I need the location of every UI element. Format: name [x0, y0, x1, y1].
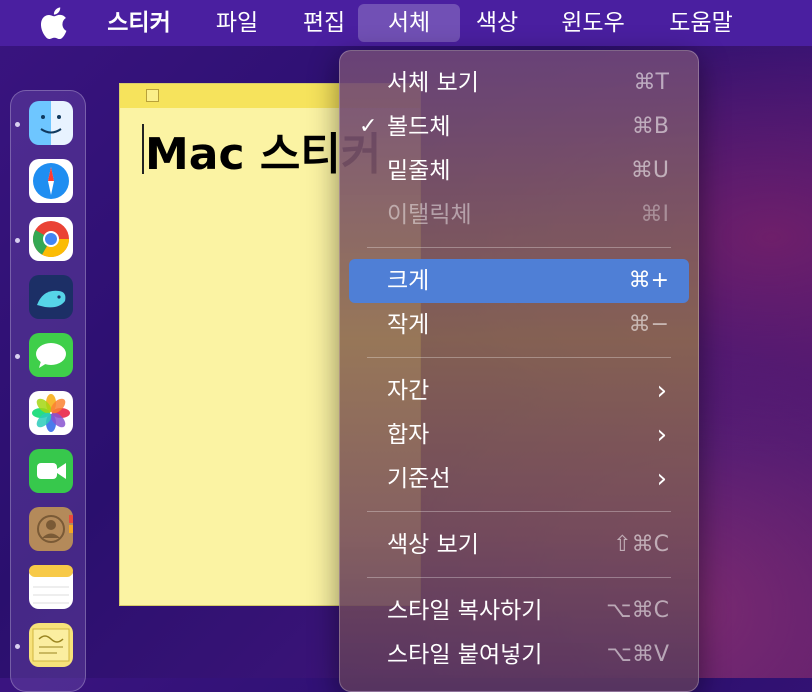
messages-icon[interactable]	[29, 333, 73, 377]
text-cursor	[142, 124, 144, 174]
menu-color[interactable]: 색상	[471, 4, 523, 42]
menu-item-label: 이탤릭체	[387, 202, 472, 228]
shortcut-label: ⌘−	[628, 312, 669, 337]
shortcut-label: ⇧⌘C	[613, 532, 669, 557]
dock	[10, 90, 86, 692]
chevron-right-icon: ›	[656, 376, 667, 406]
shortcut-label: ⌥⌘C	[606, 598, 669, 623]
menu-item-label: 볼드체	[387, 114, 451, 140]
running-indicator	[15, 354, 20, 359]
menu-separator	[367, 511, 671, 512]
menu-item-bigger[interactable]: 크게 ⌘+	[349, 259, 689, 303]
close-icon[interactable]	[146, 89, 159, 102]
menu-item-label: 서체 보기	[387, 70, 479, 96]
menu-item-label: 스타일 붙여넣기	[387, 642, 543, 668]
menu-item-label: 자간	[387, 378, 430, 404]
menu-separator	[367, 357, 671, 358]
menu-item-label: 합자	[387, 422, 430, 448]
menu-item-show-fonts[interactable]: 서체 보기 ⌘T	[349, 61, 689, 105]
apple-icon[interactable]	[38, 6, 68, 40]
safari-icon[interactable]	[29, 159, 73, 203]
notes-icon[interactable]	[29, 565, 73, 609]
chevron-right-icon: ›	[656, 420, 667, 450]
shortcut-label: ⌥⌘V	[606, 642, 669, 667]
stickies-icon[interactable]	[29, 623, 73, 667]
running-indicator	[15, 122, 20, 127]
menu-item-label: 기준선	[387, 466, 451, 492]
menu-window[interactable]: 윈도우	[556, 4, 630, 42]
menu-item-label: 크게	[387, 268, 430, 294]
menu-edit[interactable]: 편집	[298, 4, 350, 42]
finder-icon[interactable]	[29, 101, 73, 145]
menu-item-show-colors[interactable]: 색상 보기 ⇧⌘C	[349, 523, 689, 567]
shortcut-label: ⌘B	[631, 114, 669, 139]
shortcut-label: ⌘+	[628, 268, 669, 293]
chrome-icon[interactable]	[29, 217, 73, 261]
contacts-icon[interactable]	[29, 507, 73, 551]
running-indicator	[15, 238, 20, 243]
checkmark-icon: ✓	[359, 114, 378, 139]
menu-file[interactable]: 파일	[211, 4, 263, 42]
menu-separator	[367, 247, 671, 248]
menu-item-label: 색상 보기	[387, 532, 479, 558]
menu-help[interactable]: 도움말	[664, 4, 738, 42]
menu-item-kern[interactable]: 자간 ›	[349, 369, 689, 413]
menu-item-bold[interactable]: ✓ 볼드체 ⌘B	[349, 105, 689, 149]
menu-separator	[367, 577, 671, 578]
running-indicator	[15, 644, 20, 649]
chevron-right-icon: ›	[656, 464, 667, 494]
menu-item-smaller[interactable]: 작게 ⌘−	[349, 303, 689, 347]
menu-item-paste-style[interactable]: 스타일 붙여넣기 ⌥⌘V	[349, 633, 689, 677]
menu-item-label: 작게	[387, 312, 430, 338]
whale-browser-icon[interactable]	[29, 275, 73, 319]
menu-item-baseline[interactable]: 기준선 ›	[349, 457, 689, 501]
menu-item-ligature[interactable]: 합자 ›	[349, 413, 689, 457]
facetime-icon[interactable]	[29, 449, 73, 493]
photos-icon[interactable]	[29, 391, 73, 435]
font-menu-dropdown: 서체 보기 ⌘T ✓ 볼드체 ⌘B 밑줄체 ⌘U 이탤릭체 ⌘I 크게 ⌘+ 작…	[339, 50, 699, 692]
menu-item-copy-style[interactable]: 스타일 복사하기 ⌥⌘C	[349, 589, 689, 633]
menu-item-underline[interactable]: 밑줄체 ⌘U	[349, 149, 689, 193]
shortcut-label: ⌘U	[630, 158, 669, 183]
shortcut-label: ⌘I	[640, 202, 670, 227]
menu-font[interactable]: 서체	[358, 4, 460, 42]
menu-item-label: 스타일 복사하기	[387, 598, 543, 624]
menu-bar: 스티커 파일 편집 서체 색상 윈도우 도움말	[0, 0, 812, 46]
menu-item-label: 밑줄체	[387, 158, 451, 184]
menu-item-italic: 이탤릭체 ⌘I	[349, 193, 689, 237]
menu-app-stickies[interactable]: 스티커	[104, 4, 174, 42]
shortcut-label: ⌘T	[633, 70, 669, 95]
